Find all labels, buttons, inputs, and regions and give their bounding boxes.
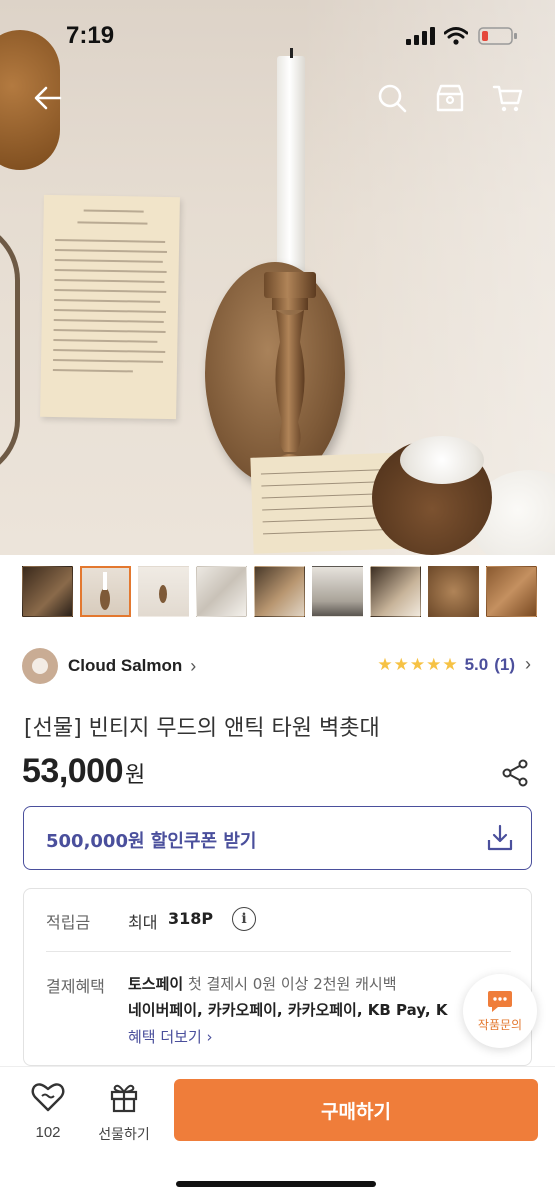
- review-count: (1): [494, 654, 515, 674]
- thumbnail[interactable]: [254, 566, 305, 617]
- thumbnail[interactable]: [312, 566, 363, 617]
- cart-icon: [492, 85, 523, 112]
- wifi-icon: [444, 27, 468, 45]
- thumbnail[interactable]: [22, 566, 73, 617]
- inquiry-label: 작품문의: [477, 1018, 523, 1032]
- like-count: 102: [35, 1124, 61, 1141]
- book-page: [40, 194, 180, 420]
- points-label: 적립금: [46, 913, 91, 932]
- payment-benefit-label: 결제혜택: [46, 977, 105, 996]
- seller-name: Cloud Salmon: [68, 656, 183, 675]
- toss-brand: 토스페이: [128, 975, 184, 993]
- gift-label: 선물하기: [98, 1127, 150, 1143]
- thumbnail-selected[interactable]: [80, 566, 131, 617]
- heart-icon: [31, 1083, 65, 1112]
- more-benefits-link[interactable]: 혜택 더보기 ›: [128, 1026, 213, 1047]
- buy-button[interactable]: 구매하기: [174, 1079, 538, 1141]
- back-button[interactable]: [28, 78, 68, 118]
- chevron-right-icon: ›: [190, 655, 197, 676]
- like-button[interactable]: 102: [22, 1081, 74, 1141]
- mirror-frame: [0, 220, 20, 480]
- price-unit: 원: [125, 763, 146, 788]
- share-icon[interactable]: [500, 758, 530, 788]
- points-prefix: 최대: [128, 913, 158, 932]
- thumbnail[interactable]: [486, 566, 537, 617]
- thumbnail-strip: [22, 566, 542, 618]
- pay-methods: 네이버페이, 카카오페이, 카카오페이, KB Pay, K: [128, 1001, 448, 1019]
- toss-benefit-text: 첫 결제시 0원 이상 2천원 캐시백: [183, 975, 397, 993]
- toss-benefit: 토스페이 첫 결제시 0원 이상 2천원 캐시백: [128, 973, 397, 994]
- thumbnail[interactable]: [196, 566, 247, 617]
- chat-bubble-icon: [488, 991, 512, 1012]
- cotton-ball: [400, 436, 484, 484]
- rating-score: 5.0: [464, 654, 489, 674]
- candle-holder: [264, 272, 316, 482]
- product-title: [선물] 빈티지 무드의 앤틱 타원 벽촛대: [24, 716, 380, 741]
- candle: [277, 56, 305, 274]
- status-bar: 7:19: [0, 0, 555, 70]
- back-arrow-icon: [34, 86, 62, 110]
- seller-link[interactable]: Cloud Salmon ›: [22, 646, 196, 686]
- download-icon: [487, 824, 513, 851]
- gift-icon: [110, 1084, 138, 1113]
- store-button[interactable]: [430, 78, 470, 118]
- cart-button[interactable]: [488, 78, 528, 118]
- product-image[interactable]: [0, 0, 555, 555]
- seller-avatar: [22, 648, 58, 684]
- search-button[interactable]: [372, 78, 412, 118]
- points-value: 318P: [168, 909, 214, 928]
- benefits-box: 적립금 최대 318P i 결제혜택 토스페이 첫 결제시 0원 이상 2천원 …: [23, 888, 532, 1066]
- star-rating-icon: ★★★★★: [377, 654, 459, 674]
- thumbnail[interactable]: [370, 566, 421, 617]
- buy-label: 구매하기: [321, 1100, 391, 1123]
- chevron-right-icon: ›: [525, 654, 531, 674]
- signal-icon: [406, 27, 435, 45]
- store-icon: [436, 84, 464, 112]
- rating-link[interactable]: ★★★★★ 5.0 (1) ›: [377, 654, 531, 675]
- gift-button[interactable]: 선물하기: [92, 1081, 156, 1144]
- thumbnail[interactable]: [138, 566, 189, 617]
- thumbnail[interactable]: [428, 566, 479, 617]
- bottom-bar: 102 선물하기 구매하기: [0, 1066, 555, 1200]
- battery-icon: [478, 27, 517, 45]
- divider: [46, 951, 511, 952]
- inquiry-button[interactable]: 작품문의: [463, 974, 537, 1048]
- search-icon: [378, 84, 407, 113]
- price-value: 53,000: [22, 752, 124, 790]
- price: 53,000 원: [22, 752, 145, 791]
- coupon-label: 500,000원 할인쿠폰 받기: [46, 831, 257, 852]
- status-time: 7:19: [66, 22, 115, 49]
- coupon-button[interactable]: 500,000원 할인쿠폰 받기: [23, 806, 532, 870]
- info-icon[interactable]: i: [232, 907, 256, 931]
- home-indicator: [176, 1181, 376, 1187]
